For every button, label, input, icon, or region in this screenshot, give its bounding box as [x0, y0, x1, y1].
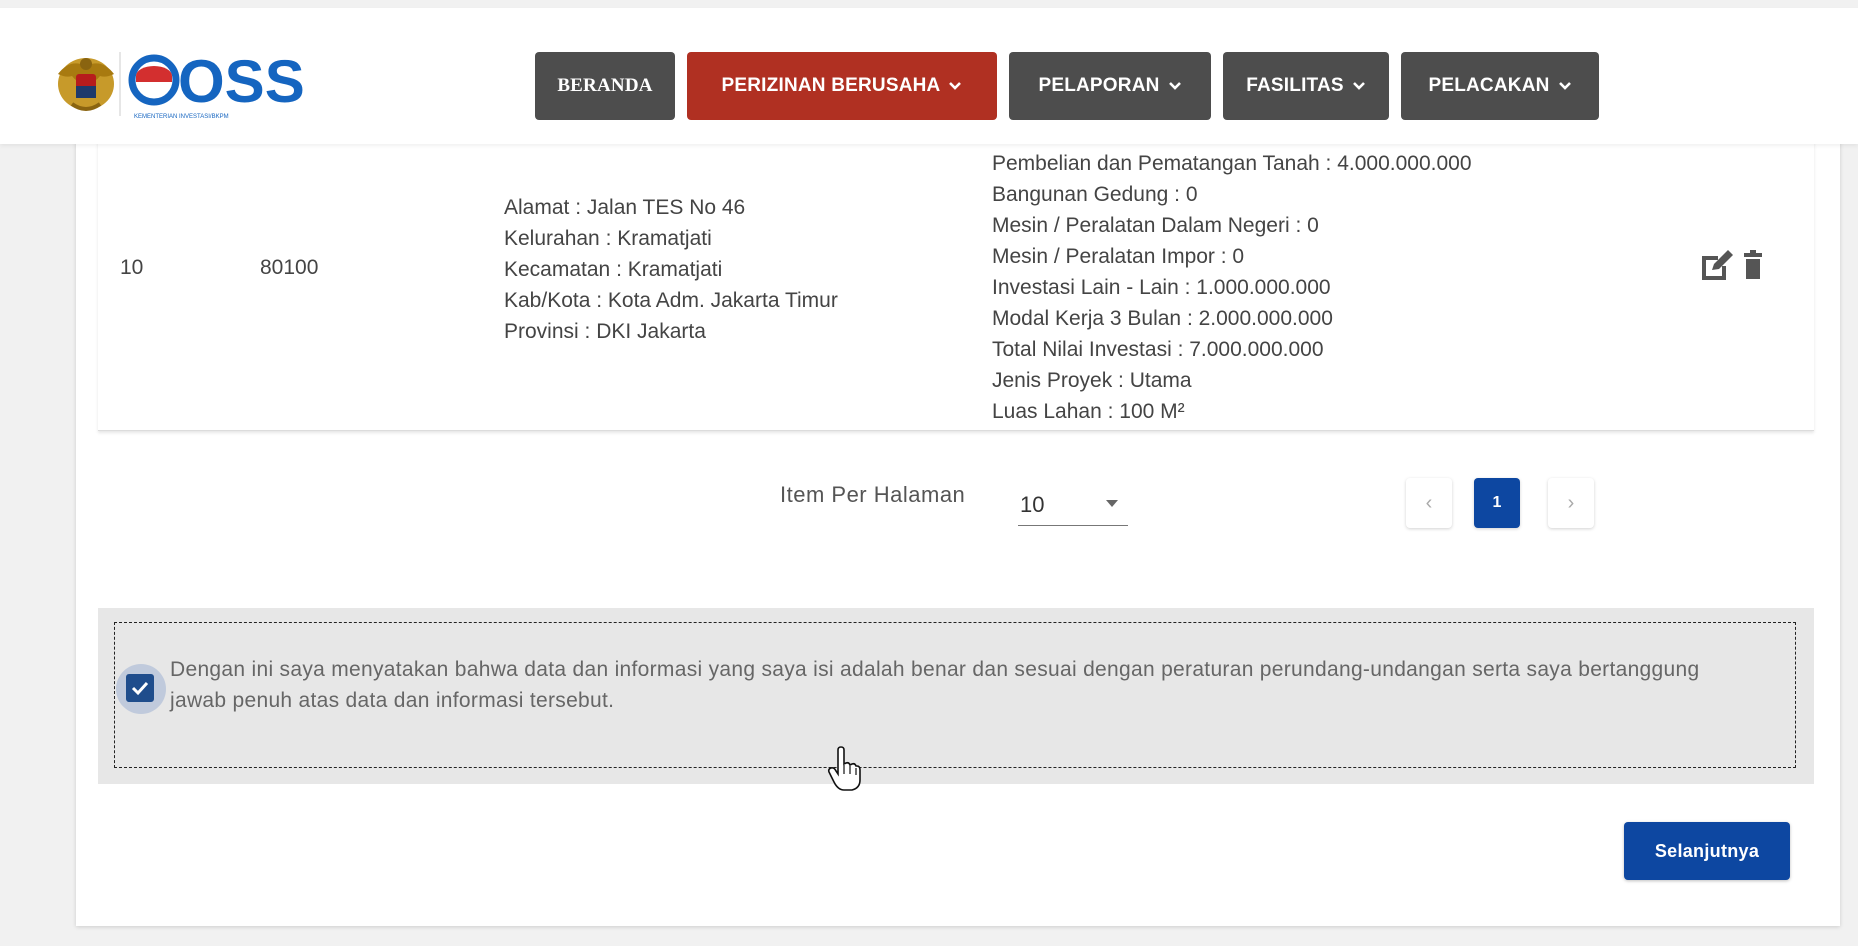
address-line: Alamat : Jalan TES No 46: [504, 196, 746, 219]
investment-line: Modal Kerja 3 Bulan : 2.000.000.000: [992, 307, 1333, 330]
nav-perizinan-label: PERIZINAN BERUSAHA: [721, 75, 941, 96]
chevron-down-icon: [1352, 82, 1365, 90]
row-number: 10: [120, 256, 144, 279]
hand-pointer-cursor-icon: [827, 746, 861, 791]
row-address: Alamat : Jalan TES No 46 Kelurahan : Kra…: [504, 192, 838, 347]
address-line: Kab/Kota : Kota Adm. Jakarta Timur: [504, 289, 838, 312]
chevron-down-icon: [1168, 82, 1181, 90]
main-nav: BERANDA PERIZINAN BERUSAHA PELAPORAN FAS…: [535, 52, 1599, 120]
chevron-down-icon: [1558, 82, 1571, 90]
oss-logo[interactable]: OSS KEMENTERIAN INVESTASI/BKPM: [54, 44, 305, 124]
nav-pelaporan[interactable]: PELAPORAN: [1009, 52, 1211, 120]
prev-page-button[interactable]: ‹: [1406, 478, 1452, 528]
next-button[interactable]: Selanjutnya: [1624, 822, 1790, 880]
declaration-section: Dengan ini saya menyatakan bahwa data da…: [98, 608, 1814, 784]
chevron-down-icon: [949, 82, 962, 90]
investment-line: Investasi Lain - Lain : 1.000.000.000: [992, 276, 1331, 299]
investment-line: Pembelian dan Pematangan Tanah : 4.000.0…: [992, 152, 1472, 175]
next-page-button[interactable]: ›: [1548, 478, 1594, 528]
table-row: 10 80100 Alamat : Jalan TES No 46 Kelura…: [98, 140, 1814, 431]
items-per-page-value: 10: [1020, 492, 1045, 517]
nav-perizinan-berusaha[interactable]: PERIZINAN BERUSAHA: [687, 52, 997, 120]
check-icon: [131, 681, 149, 696]
declaration-checkbox[interactable]: [126, 674, 154, 702]
nav-beranda[interactable]: BERANDA: [535, 52, 675, 120]
nav-fasilitas[interactable]: FASILITAS: [1223, 52, 1389, 120]
investment-line: Total Nilai Investasi : 7.000.000.000: [992, 338, 1324, 361]
investment-line: Jenis Proyek : Utama: [992, 369, 1192, 392]
investment-line: Mesin / Peralatan Impor : 0: [992, 245, 1245, 268]
row-kbli: 80100: [260, 256, 319, 279]
investment-line: Bangunan Gedung : 0: [992, 183, 1198, 206]
trash-icon[interactable]: [1742, 250, 1764, 280]
nav-beranda-label: BERANDA: [557, 75, 653, 96]
address-line: Kelurahan : Kramatjati: [504, 227, 712, 250]
declaration-text: Dengan ini saya menyatakan bahwa data da…: [170, 658, 1700, 712]
svg-text:KEMENTERIAN INVESTASI/BKPM: KEMENTERIAN INVESTASI/BKPM: [134, 114, 229, 120]
top-header: OSS KEMENTERIAN INVESTASI/BKPM BERANDA P…: [0, 8, 1858, 144]
edit-icon[interactable]: [1698, 248, 1736, 282]
nav-pelacakan-label: PELACAKAN: [1428, 75, 1550, 96]
address-line: Kecamatan : Kramatjati: [504, 258, 723, 281]
items-per-page-label: Item Per Halaman: [780, 482, 966, 507]
nav-fasilitas-label: FASILITAS: [1246, 75, 1344, 96]
caret-down-icon: [1106, 500, 1118, 507]
investment-line: Mesin / Peralatan Dalam Negeri : 0: [992, 214, 1319, 237]
address-line: Provinsi : DKI Jakarta: [504, 320, 706, 343]
row-actions: [1698, 248, 1764, 282]
nav-pelaporan-label: PELAPORAN: [1038, 75, 1160, 96]
svg-text:OSS: OSS: [178, 48, 304, 115]
investment-line: Luas Lahan : 100 M²: [992, 400, 1185, 423]
current-page-button[interactable]: 1: [1474, 478, 1520, 528]
items-per-page-select[interactable]: 10: [1018, 484, 1128, 526]
nav-pelacakan[interactable]: PELACAKAN: [1401, 52, 1599, 120]
garuda-emblem-icon: OSS KEMENTERIAN INVESTASI/BKPM: [58, 48, 305, 120]
row-investment: Pembelian dan Pematangan Tanah : 4.000.0…: [992, 148, 1472, 427]
